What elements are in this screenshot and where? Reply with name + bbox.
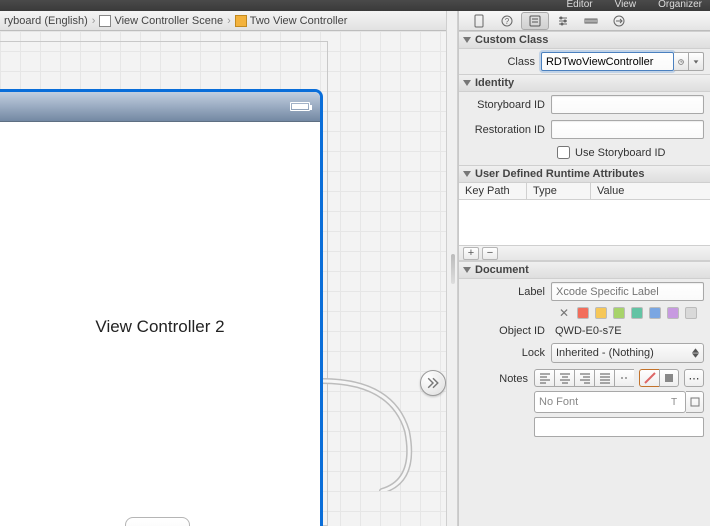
menu-view[interactable]: View: [615, 0, 637, 11]
class-field[interactable]: [541, 52, 674, 71]
disclosure-triangle-icon: [463, 267, 471, 273]
align-right-button[interactable]: [574, 369, 594, 387]
text-color-button[interactable]: [639, 369, 659, 387]
breadcrumb-item-storyboard[interactable]: ryboard (English): [4, 15, 88, 27]
swatch-purple[interactable]: [667, 307, 679, 319]
class-label: Class: [459, 56, 541, 68]
storyboard-id-field[interactable]: [551, 95, 704, 114]
restoration-id-label: Restoration ID: [459, 124, 551, 136]
split-divider[interactable]: [446, 11, 458, 526]
class-history-button[interactable]: [674, 52, 689, 71]
size-inspector-tab[interactable]: [577, 12, 605, 30]
attributes-inspector-tab[interactable]: [549, 12, 577, 30]
font-picker-icon: T: [669, 395, 681, 410]
scene-icon: [99, 15, 111, 27]
canvas[interactable]: View Controller 2 Next Popup: [0, 31, 446, 526]
section-custom-class[interactable]: Custom Class: [459, 31, 710, 49]
menu-editor[interactable]: Editor: [566, 0, 592, 11]
use-storyboard-id-checkbox[interactable]: [557, 146, 570, 159]
file-inspector-tab[interactable]: [465, 12, 493, 30]
restoration-id-field[interactable]: [551, 120, 704, 139]
section-document[interactable]: Document: [459, 261, 710, 279]
col-type[interactable]: Type: [527, 183, 591, 199]
viewcontroller-icon: [235, 15, 247, 27]
swatch-red[interactable]: [577, 307, 589, 319]
swatch-yellow[interactable]: [595, 307, 607, 319]
app-menu-bar: Editor View Organizer: [0, 0, 710, 11]
connections-inspector-tab[interactable]: [605, 12, 633, 30]
bg-color-button[interactable]: [659, 369, 679, 387]
object-id-value: QWD-E0-s7E: [551, 325, 622, 337]
help-inspector-tab[interactable]: ?: [493, 12, 521, 30]
inspector-panel: ? Custom Class Class: [458, 11, 710, 526]
spacing-button[interactable]: [614, 369, 634, 387]
svg-text:T: T: [671, 397, 677, 407]
section-runtime[interactable]: User Defined Runtime Attributes: [459, 165, 710, 183]
swatch-clear[interactable]: ✕: [559, 307, 571, 319]
inspector-tabs: ?: [459, 11, 710, 31]
swatch-green[interactable]: [613, 307, 625, 319]
col-value[interactable]: Value: [591, 183, 710, 199]
chevron-right-icon: ›: [92, 15, 96, 27]
align-justify-button[interactable]: [594, 369, 614, 387]
lock-label: Lock: [459, 347, 551, 359]
runtime-add-remove: + −: [459, 246, 710, 261]
identity-inspector-tab[interactable]: [521, 12, 549, 30]
notes-text-field[interactable]: [534, 417, 704, 437]
breadcrumb-item-scene[interactable]: View Controller Scene: [99, 15, 223, 27]
view-controller-title-label: View Controller 2: [0, 317, 320, 337]
battery-icon: [290, 102, 310, 111]
align-left-button[interactable]: [534, 369, 554, 387]
use-storyboard-id-label: Use Storyboard ID: [575, 147, 665, 159]
storyboard-id-label: Storyboard ID: [459, 99, 551, 111]
notes-toolbar: ⋯: [534, 369, 704, 387]
object-id-label: Object ID: [459, 325, 551, 337]
svg-text:?: ?: [505, 17, 510, 26]
more-format-button[interactable]: ⋯: [684, 369, 704, 387]
swatch-gray[interactable]: [685, 307, 697, 319]
breadcrumb[interactable]: ryboard (English) › View Controller Scen…: [0, 11, 458, 31]
section-identity[interactable]: Identity: [459, 74, 710, 92]
swatch-blue[interactable]: [649, 307, 661, 319]
disclosure-triangle-icon: [463, 171, 471, 177]
add-attribute-button[interactable]: +: [463, 247, 479, 260]
remove-attribute-button[interactable]: −: [482, 247, 498, 260]
disclosure-triangle-icon: [463, 80, 471, 86]
doc-label-field[interactable]: [551, 282, 704, 301]
chevron-right-icon: ›: [227, 15, 231, 27]
breadcrumb-item-controller[interactable]: Two View Controller: [235, 15, 348, 27]
status-bar: [0, 92, 320, 122]
disclosure-triangle-icon: [463, 37, 471, 43]
lock-select[interactable]: Inherited - (Nothing): [551, 343, 704, 363]
runtime-table-body[interactable]: [459, 200, 710, 246]
notes-font-field[interactable]: No Font T: [534, 391, 686, 413]
swatch-teal[interactable]: [631, 307, 643, 319]
font-panel-button[interactable]: [686, 391, 704, 413]
align-center-button[interactable]: [554, 369, 574, 387]
class-dropdown-button[interactable]: [689, 52, 704, 71]
col-keypath[interactable]: Key Path: [459, 183, 527, 199]
label-color-swatches: ✕: [551, 307, 697, 319]
notes-label: Notes: [459, 369, 534, 385]
doc-label-label: Label: [459, 286, 551, 298]
runtime-table-headers: Key Path Type Value: [459, 183, 710, 200]
menu-organizer[interactable]: Organizer: [658, 0, 702, 11]
view-controller-selection[interactable]: View Controller 2 Next Popup: [0, 89, 323, 526]
segue-knob[interactable]: [420, 370, 446, 396]
next-button[interactable]: Next: [125, 517, 190, 526]
